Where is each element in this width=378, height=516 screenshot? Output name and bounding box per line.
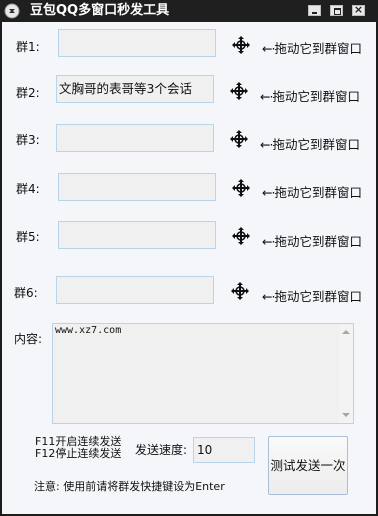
test-send-button[interactable]: 测试发送一次 bbox=[268, 436, 348, 495]
group-6-field[interactable] bbox=[56, 276, 214, 304]
app-window: 豆包QQ多窗口秒发工具 × 群1: ←·拖动它到群窗口 群2: 文胸哥的表哥等3… bbox=[0, 0, 378, 516]
group-2-label: 群2: bbox=[16, 86, 40, 100]
drag-hint-1: ←·拖动它到群窗口 bbox=[262, 41, 362, 56]
group-3-field[interactable] bbox=[56, 124, 214, 152]
group-5-label: 群5: bbox=[16, 230, 40, 244]
hotkey-info: F11开启连续发送 F12停止连续发送 bbox=[35, 436, 121, 460]
move-crosshair-icon[interactable] bbox=[229, 129, 249, 149]
group-4-label: 群4: bbox=[16, 182, 40, 196]
drag-hint-6: ←·拖动它到群窗口 bbox=[262, 289, 362, 304]
drag-hint-2: ←·拖动它到群窗口 bbox=[260, 89, 360, 104]
group-1-field[interactable] bbox=[58, 29, 216, 57]
app-icon bbox=[4, 3, 20, 19]
speed-label: 发送速度: bbox=[135, 443, 188, 457]
drag-hint-3: ←·拖动它到群窗口 bbox=[260, 137, 360, 152]
group-1-label: 群1: bbox=[16, 40, 40, 54]
group-5-field[interactable] bbox=[58, 221, 216, 249]
scroll-down-arrow-icon[interactable] bbox=[342, 413, 350, 417]
window-title: 豆包QQ多窗口秒发工具 bbox=[30, 3, 170, 18]
hotkey-stop-text: F12停止连续发送 bbox=[35, 447, 122, 460]
content-textarea[interactable]: www.xz7.com bbox=[52, 323, 354, 424]
content-text: www.xz7.com bbox=[55, 325, 122, 336]
title-bar[interactable]: 豆包QQ多窗口秒发工具 × bbox=[0, 0, 378, 22]
close-icon: × bbox=[353, 3, 364, 16]
scroll-up-arrow-icon[interactable] bbox=[342, 330, 350, 334]
move-crosshair-icon[interactable] bbox=[231, 35, 251, 55]
minimize-button[interactable] bbox=[308, 5, 321, 16]
close-button[interactable]: × bbox=[352, 3, 365, 16]
drag-hint-5: ←·拖动它到群窗口 bbox=[262, 234, 362, 249]
speed-input[interactable]: 10 bbox=[193, 437, 255, 463]
group-3-label: 群3: bbox=[16, 133, 40, 147]
move-crosshair-icon[interactable] bbox=[231, 226, 251, 246]
usage-note: 注意: 使用前请将群发快捷键设为Enter bbox=[34, 480, 225, 493]
content-scrollbar[interactable] bbox=[339, 324, 353, 423]
maximize-button[interactable] bbox=[330, 5, 343, 16]
group-2-field[interactable]: 文胸哥的表哥等3个会话 bbox=[56, 75, 214, 103]
content-label: 内容: bbox=[14, 332, 43, 346]
move-crosshair-icon[interactable] bbox=[230, 281, 250, 301]
move-crosshair-icon[interactable] bbox=[229, 81, 249, 101]
group-4-field[interactable] bbox=[58, 173, 216, 201]
group-6-label: 群6: bbox=[14, 286, 38, 300]
move-crosshair-icon[interactable] bbox=[231, 178, 251, 198]
drag-hint-4: ←·拖动它到群窗口 bbox=[262, 185, 362, 200]
